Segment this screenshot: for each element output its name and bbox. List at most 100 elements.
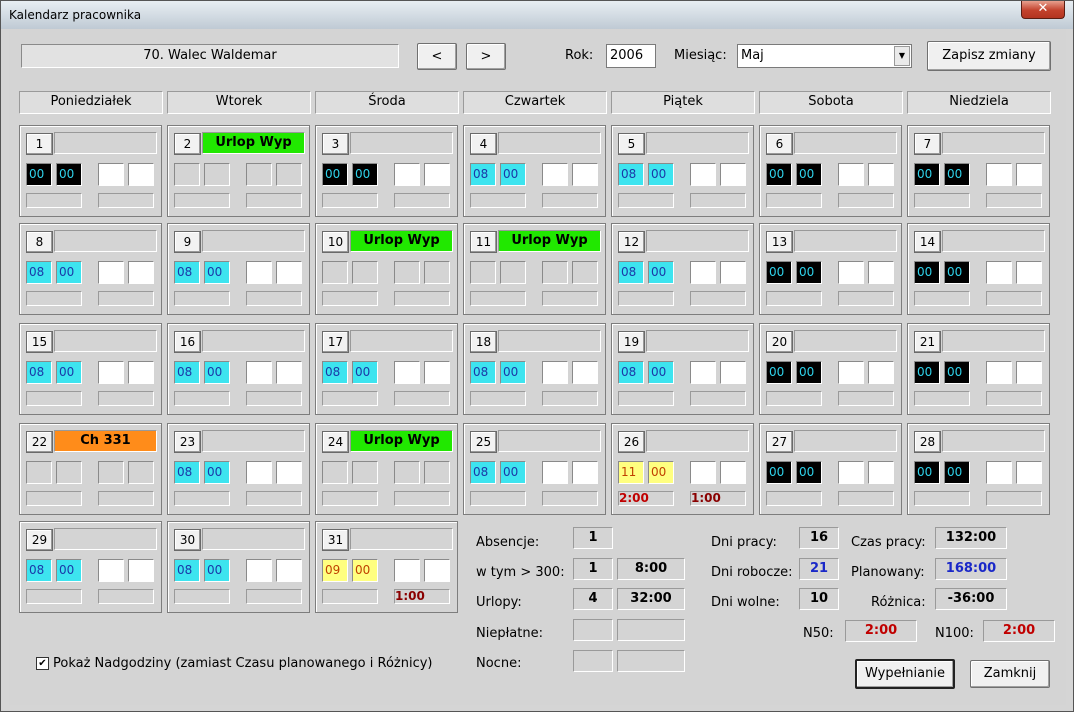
start-hour-field[interactable]: 08 <box>26 361 52 384</box>
day-number-button[interactable]: 28 <box>914 431 941 453</box>
day-number-button[interactable]: 4 <box>470 133 497 155</box>
end-minute-field[interactable] <box>868 261 894 284</box>
start-minute-field[interactable]: 00 <box>648 261 674 284</box>
day-cell[interactable]: 1 00 00 <box>19 125 162 217</box>
day-number-button[interactable]: 9 <box>174 231 201 253</box>
start-minute-field[interactable] <box>500 261 526 284</box>
end-minute-field[interactable] <box>128 163 154 186</box>
day-cell[interactable]: 3 00 00 <box>315 125 458 217</box>
start-minute-field[interactable]: 00 <box>56 163 82 186</box>
start-minute-field[interactable] <box>352 261 378 284</box>
month-select[interactable]: Maj ▼ <box>737 44 912 68</box>
start-minute-field[interactable]: 00 <box>204 261 230 284</box>
save-changes-button[interactable]: Zapisz zmiany <box>927 41 1051 71</box>
day-number-button[interactable]: 24 <box>322 431 349 453</box>
end-minute-field[interactable] <box>424 559 450 582</box>
day-number-button[interactable]: 13 <box>766 231 793 253</box>
day-number-button[interactable]: 29 <box>26 529 53 551</box>
start-minute-field[interactable]: 00 <box>648 361 674 384</box>
day-cell[interactable]: 31 09 00 1:00 <box>315 521 458 613</box>
end-hour-field[interactable] <box>98 163 124 186</box>
start-minute-field[interactable]: 00 <box>648 461 674 484</box>
day-number-button[interactable]: 8 <box>26 231 53 253</box>
start-minute-field[interactable]: 00 <box>648 163 674 186</box>
overtime-checkbox-label[interactable]: Pokaż Nadgodziny (zamiast Czasu planowan… <box>53 656 433 671</box>
end-hour-field[interactable] <box>838 461 864 484</box>
end-hour-field[interactable] <box>98 461 124 484</box>
end-minute-field[interactable] <box>424 361 450 384</box>
start-hour-field[interactable]: 08 <box>618 361 644 384</box>
end-hour-field[interactable] <box>246 559 272 582</box>
start-hour-field[interactable] <box>470 261 496 284</box>
end-minute-field[interactable] <box>276 361 302 384</box>
start-minute-field[interactable]: 00 <box>352 361 378 384</box>
end-hour-field[interactable] <box>394 163 420 186</box>
start-hour-field[interactable] <box>322 261 348 284</box>
day-number-button[interactable]: 21 <box>914 331 941 353</box>
day-number-button[interactable]: 26 <box>618 431 645 453</box>
start-hour-field[interactable]: 11 <box>618 461 644 484</box>
start-hour-field[interactable]: 08 <box>470 163 496 186</box>
end-hour-field[interactable] <box>542 163 568 186</box>
start-hour-field[interactable]: 00 <box>914 163 940 186</box>
end-minute-field[interactable] <box>868 163 894 186</box>
start-hour-field[interactable]: 08 <box>618 163 644 186</box>
day-cell[interactable]: 26 11 00 2:00 1:00 <box>611 423 754 515</box>
start-hour-field[interactable]: 00 <box>766 163 792 186</box>
day-cell[interactable]: 17 08 00 <box>315 323 458 415</box>
start-hour-field[interactable] <box>174 163 200 186</box>
end-hour-field[interactable] <box>690 361 716 384</box>
end-minute-field[interactable] <box>720 461 746 484</box>
day-cell[interactable]: 19 08 00 <box>611 323 754 415</box>
day-cell[interactable]: 12 08 00 <box>611 223 754 315</box>
year-input[interactable]: 2006 <box>606 44 656 68</box>
start-hour-field[interactable]: 08 <box>26 559 52 582</box>
end-hour-field[interactable] <box>246 461 272 484</box>
end-hour-field[interactable] <box>838 163 864 186</box>
end-minute-field[interactable] <box>720 261 746 284</box>
start-hour-field[interactable]: 08 <box>174 261 200 284</box>
end-minute-field[interactable] <box>424 163 450 186</box>
end-hour-field[interactable] <box>542 261 568 284</box>
day-number-button[interactable]: 6 <box>766 133 793 155</box>
day-number-button[interactable]: 3 <box>322 133 349 155</box>
day-cell[interactable]: 9 08 00 <box>167 223 310 315</box>
day-number-button[interactable]: 19 <box>618 331 645 353</box>
start-minute-field[interactable] <box>204 163 230 186</box>
day-cell[interactable]: 21 00 00 <box>907 323 1050 415</box>
end-hour-field[interactable] <box>838 261 864 284</box>
day-number-button[interactable]: 2 <box>174 133 201 155</box>
end-hour-field[interactable] <box>986 361 1012 384</box>
end-minute-field[interactable] <box>1016 163 1042 186</box>
day-number-button[interactable]: 12 <box>618 231 645 253</box>
title-bar[interactable]: Kalendarz pracownika ✕ <box>1 1 1073 29</box>
day-number-button[interactable]: 23 <box>174 431 201 453</box>
start-hour-field[interactable]: 00 <box>914 261 940 284</box>
end-hour-field[interactable] <box>246 261 272 284</box>
end-minute-field[interactable] <box>572 361 598 384</box>
end-minute-field[interactable] <box>276 559 302 582</box>
end-minute-field[interactable] <box>128 559 154 582</box>
start-minute-field[interactable]: 00 <box>944 261 970 284</box>
day-cell[interactable]: 25 08 00 <box>463 423 606 515</box>
end-hour-field[interactable] <box>246 361 272 384</box>
end-minute-field[interactable] <box>720 163 746 186</box>
end-hour-field[interactable] <box>98 261 124 284</box>
start-minute-field[interactable]: 00 <box>944 163 970 186</box>
day-number-button[interactable]: 10 <box>322 231 349 253</box>
day-cell[interactable]: 23 08 00 <box>167 423 310 515</box>
start-minute-field[interactable]: 00 <box>56 261 82 284</box>
start-minute-field[interactable]: 00 <box>56 361 82 384</box>
end-minute-field[interactable] <box>572 461 598 484</box>
end-minute-field[interactable] <box>868 461 894 484</box>
day-number-button[interactable]: 5 <box>618 133 645 155</box>
start-minute-field[interactable]: 00 <box>796 163 822 186</box>
day-number-button[interactable]: 16 <box>174 331 201 353</box>
start-minute-field[interactable]: 00 <box>352 163 378 186</box>
end-minute-field[interactable] <box>572 163 598 186</box>
end-hour-field[interactable] <box>394 461 420 484</box>
start-minute-field[interactable]: 00 <box>796 461 822 484</box>
start-hour-field[interactable] <box>26 461 52 484</box>
day-number-button[interactable]: 18 <box>470 331 497 353</box>
day-cell[interactable]: 13 00 00 <box>759 223 902 315</box>
